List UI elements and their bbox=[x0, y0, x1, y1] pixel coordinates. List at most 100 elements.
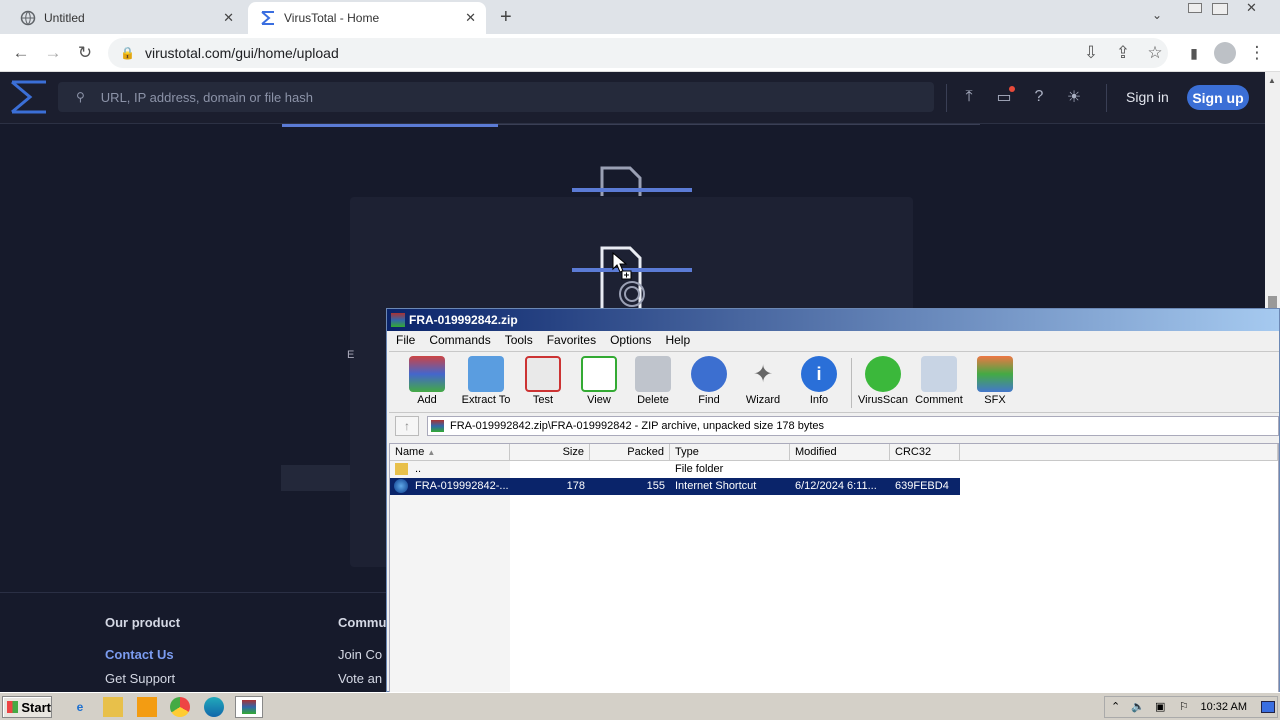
menu-commands[interactable]: Commands bbox=[422, 331, 497, 349]
media-player-icon[interactable] bbox=[137, 697, 157, 717]
anyrun-watermark: ANY RUN bbox=[1036, 611, 1252, 663]
tab-search-chevron-icon[interactable]: ⌄ bbox=[1152, 8, 1162, 22]
help-icon[interactable]: ? bbox=[1028, 86, 1050, 108]
start-button[interactable]: Start bbox=[2, 696, 52, 718]
forward-arrow-icon[interactable]: → bbox=[42, 42, 64, 64]
tab-close-icon[interactable]: ✕ bbox=[223, 10, 234, 26]
column-size[interactable]: Size bbox=[510, 444, 590, 461]
sign-up-button[interactable]: Sign up bbox=[1187, 85, 1249, 110]
row-name: .. bbox=[415, 463, 422, 475]
row-crc bbox=[890, 461, 960, 478]
winrar-title-bar[interactable]: FRA-019992842.zip bbox=[387, 309, 1279, 331]
browser-tab-strip: Untitled ✕ VirusTotal - Home ✕ + ⌄ ✕ bbox=[0, 0, 1280, 34]
sign-in-link[interactable]: Sign in bbox=[1126, 89, 1169, 105]
upload-icon[interactable]: ⤒ bbox=[958, 86, 980, 108]
file-explorer-icon[interactable] bbox=[103, 697, 123, 717]
row-modified: 6/12/2024 6:11... bbox=[795, 480, 877, 492]
table-row[interactable]: .. File folder bbox=[390, 461, 960, 478]
column-crc32[interactable]: CRC32 bbox=[890, 444, 960, 461]
action-center-flag-icon[interactable]: ⚐ bbox=[1179, 700, 1189, 713]
find-magnifier-icon bbox=[691, 356, 727, 392]
comment-button[interactable]: Comment bbox=[909, 356, 969, 412]
delete-button[interactable]: Delete bbox=[623, 356, 683, 412]
fingerprint-file-icon[interactable] bbox=[572, 244, 692, 313]
table-row-selected[interactable]: FRA-019992842-... 178 155 Internet Short… bbox=[390, 478, 960, 495]
share-icon[interactable]: ⇪ bbox=[1112, 42, 1134, 64]
view-button[interactable]: View bbox=[569, 356, 629, 412]
menu-help[interactable]: Help bbox=[658, 331, 697, 349]
bookmark-star-icon[interactable]: ☆ bbox=[1144, 42, 1166, 64]
back-arrow-icon[interactable]: ← bbox=[10, 42, 32, 64]
row-crc: 639FEBD4 bbox=[895, 480, 949, 492]
close-window-icon[interactable]: ✕ bbox=[1246, 0, 1257, 16]
edge-icon[interactable] bbox=[204, 697, 224, 717]
winrar-taskbar-button[interactable] bbox=[235, 696, 263, 718]
menu-file[interactable]: File bbox=[389, 331, 422, 349]
tab-close-icon[interactable]: ✕ bbox=[465, 10, 476, 26]
button-placeholder bbox=[281, 465, 351, 491]
start-label: Start bbox=[21, 699, 51, 715]
restore-button[interactable] bbox=[1212, 3, 1228, 15]
network-icon[interactable]: ▣ bbox=[1155, 700, 1165, 713]
show-desktop-icon[interactable] bbox=[1261, 701, 1275, 713]
extract-to-button[interactable]: Extract To bbox=[456, 356, 516, 412]
folder-icon bbox=[395, 463, 408, 475]
wizard-button[interactable]: ✦ Wizard bbox=[733, 356, 793, 412]
scroll-up-arrow-icon[interactable]: ▲ bbox=[1268, 76, 1276, 85]
virustotal-logo[interactable] bbox=[10, 80, 48, 119]
sort-ascending-icon: ▲ bbox=[427, 448, 436, 457]
address-bar[interactable]: 🔒 virustotal.com/gui/home/upload bbox=[108, 38, 1168, 68]
minimize-button[interactable] bbox=[1188, 3, 1202, 13]
sfx-button[interactable]: SFX bbox=[965, 356, 1025, 412]
winrar-path-bar: ↑ FRA-019992842.zip\FRA-019992842 - ZIP … bbox=[389, 415, 1279, 437]
notifications-chat-icon[interactable]: ▭ bbox=[993, 86, 1015, 108]
internet-explorer-icon[interactable]: e bbox=[70, 697, 90, 717]
info-button[interactable]: i Info bbox=[789, 356, 849, 412]
up-folder-arrow-icon[interactable]: ↑ bbox=[395, 416, 419, 436]
archive-path-field[interactable]: FRA-019992842.zip\FRA-019992842 - ZIP ar… bbox=[427, 416, 1279, 436]
menu-tools[interactable]: Tools bbox=[498, 331, 540, 349]
column-modified[interactable]: Modified bbox=[790, 444, 890, 461]
comment-icon bbox=[921, 356, 957, 392]
clock[interactable]: 10:32 AM bbox=[1201, 701, 1247, 713]
globe-icon bbox=[20, 10, 36, 26]
extract-folder-icon bbox=[468, 356, 504, 392]
toolbar-separator bbox=[851, 358, 852, 408]
chrome-icon[interactable] bbox=[170, 697, 190, 717]
tab-untitled[interactable]: Untitled ✕ bbox=[8, 2, 244, 34]
view-label: View bbox=[587, 394, 611, 406]
menu-kebab-icon[interactable]: ⋮ bbox=[1246, 42, 1268, 64]
new-tab-button[interactable]: + bbox=[500, 6, 512, 29]
vote-link[interactable]: Vote an bbox=[338, 671, 382, 686]
profile-avatar[interactable] bbox=[1214, 42, 1236, 64]
volume-icon[interactable]: 🔈 bbox=[1131, 700, 1145, 713]
reload-icon[interactable]: ↻ bbox=[74, 42, 96, 64]
install-app-icon[interactable]: ⇩ bbox=[1080, 42, 1102, 64]
column-type[interactable]: Type bbox=[670, 444, 790, 461]
test-button[interactable]: Test bbox=[513, 356, 573, 412]
side-panel-icon[interactable]: ▮ bbox=[1183, 42, 1205, 64]
column-packed[interactable]: Packed bbox=[590, 444, 670, 461]
vt-search-input[interactable]: ⚲ URL, IP address, domain or file hash bbox=[58, 82, 934, 112]
tray-expand-icon[interactable]: ⌃ bbox=[1111, 700, 1120, 713]
info-label: Info bbox=[809, 394, 829, 406]
theme-sun-icon[interactable]: ☀ bbox=[1063, 86, 1085, 108]
archive-icon bbox=[431, 420, 444, 432]
browser-toolbar: ← → ↻ 🔒 virustotal.com/gui/home/upload ⇩… bbox=[0, 34, 1280, 72]
find-button[interactable]: Find bbox=[679, 356, 739, 412]
get-support-link[interactable]: Get Support bbox=[105, 671, 175, 686]
column-name[interactable]: Name ▲ bbox=[390, 444, 510, 461]
menu-favorites[interactable]: Favorites bbox=[540, 331, 603, 349]
info-icon: i bbox=[801, 356, 837, 392]
divider bbox=[1106, 84, 1107, 112]
contact-us-link[interactable]: Contact Us bbox=[105, 647, 174, 662]
add-button[interactable]: Add bbox=[397, 356, 457, 412]
join-community-link[interactable]: Join Co bbox=[338, 647, 382, 662]
sfx-archive-icon bbox=[977, 356, 1013, 392]
menu-options[interactable]: Options bbox=[603, 331, 658, 349]
notification-dot bbox=[1009, 86, 1015, 92]
card-letter: E bbox=[347, 349, 355, 361]
tab-virustotal[interactable]: VirusTotal - Home ✕ bbox=[248, 2, 486, 34]
winrar-toolbar: Add Extract To Test View Delete Find ✦ Wi… bbox=[389, 351, 1279, 413]
virusscan-button[interactable]: VirusScan bbox=[853, 356, 913, 412]
